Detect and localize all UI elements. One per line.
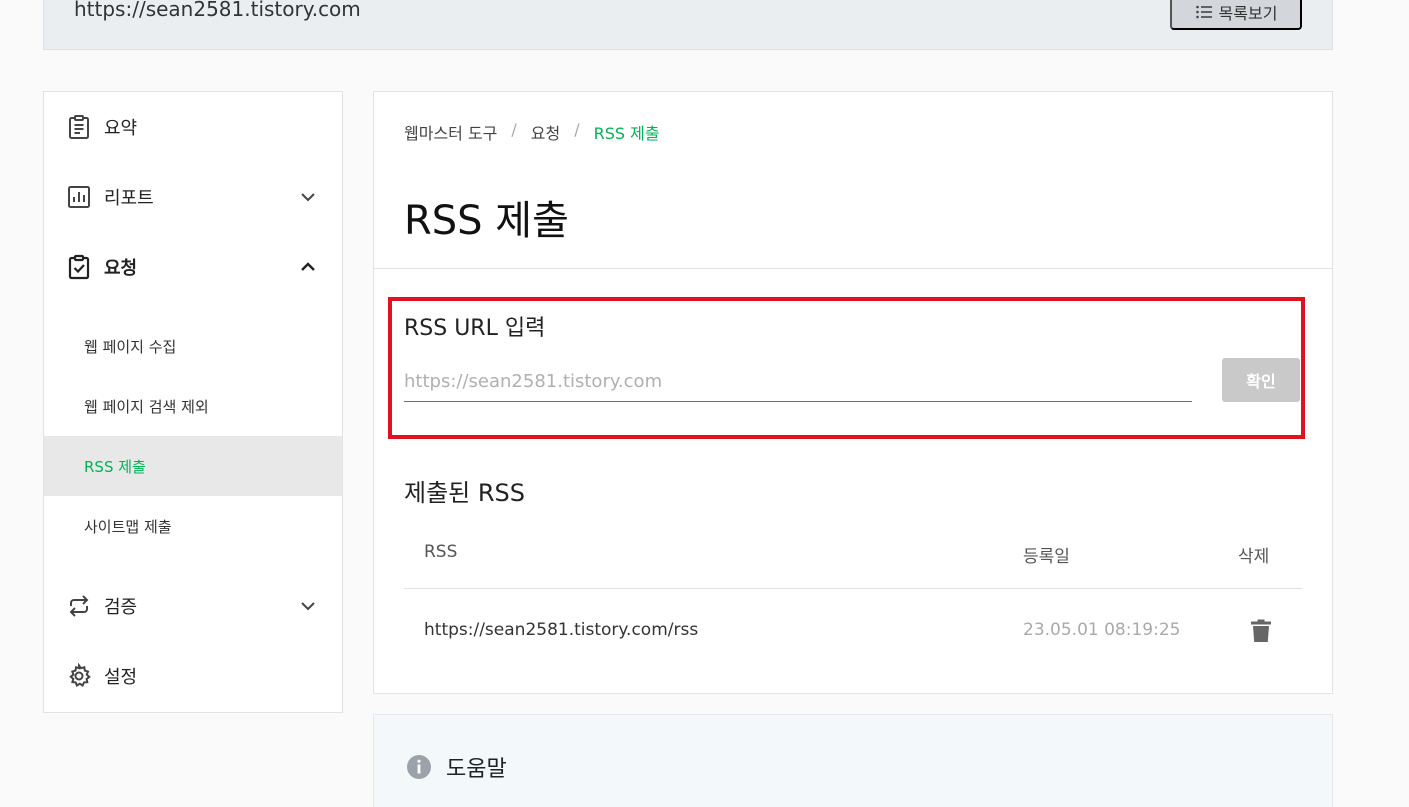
sidebar-item-label: 요청	[104, 258, 138, 279]
chevron-down-icon	[301, 602, 315, 611]
breadcrumb-separator: /	[574, 120, 580, 139]
breadcrumb-current: RSS 제출	[593, 124, 660, 143]
table-header-divider	[404, 588, 1302, 589]
clipboard-icon	[69, 115, 89, 139]
site-url: https://sean2581.tistory.com	[74, 0, 361, 21]
repeat-icon	[69, 595, 89, 617]
help-title: 도움말	[446, 757, 507, 782]
chevron-up-icon	[301, 262, 315, 271]
submitted-rss-title: 제출된 RSS	[404, 479, 526, 507]
chevron-down-icon	[301, 193, 315, 202]
sidebar-item-summary[interactable]: 요약	[44, 92, 342, 162]
sidebar-item-label: 리포트	[104, 188, 154, 209]
sidebar-item-verify[interactable]: 검증	[44, 571, 342, 641]
table-header-date: 등록일	[1023, 547, 1070, 567]
help-panel: 도움말	[373, 714, 1333, 807]
page-title: RSS 제출	[404, 198, 569, 244]
sidebar-subitem-page-crawl[interactable]: 웹 페이지 수집	[44, 316, 342, 376]
breadcrumb-item[interactable]: 요청	[531, 120, 560, 144]
sidebar-item-settings[interactable]: 설정	[44, 641, 342, 711]
sidebar-item-request[interactable]: 요청	[44, 232, 342, 302]
table-header-delete: 삭제	[1238, 547, 1270, 567]
sidebar-item-label: 검증	[104, 597, 138, 618]
sidebar-subitem-rss-submit[interactable]: RSS 제출	[44, 436, 342, 496]
breadcrumb: 웹마스터 도구 / 요청 / RSS 제출	[404, 120, 660, 144]
list-view-button[interactable]: 목록보기	[1170, 0, 1302, 30]
info-icon	[407, 755, 431, 779]
main-panel: 웹마스터 도구 / 요청 / RSS 제출 RSS 제출 RSS URL 입력 …	[373, 91, 1333, 694]
trash-icon[interactable]	[1250, 619, 1272, 643]
sidebar-subitem-page-exclude[interactable]: 웹 페이지 검색 제외	[44, 376, 342, 436]
list-icon	[1195, 5, 1212, 18]
gear-icon	[69, 663, 91, 687]
clipboard-check-icon	[68, 254, 90, 280]
list-view-label: 목록보기	[1218, 5, 1278, 23]
table-header-rss: RSS	[424, 542, 458, 562]
breadcrumb-item[interactable]: 웹마스터 도구	[404, 120, 497, 144]
sidebar-item-label: 요약	[104, 118, 138, 139]
rss-url-input[interactable]	[404, 362, 1192, 402]
top-bar: https://sean2581.tistory.com 목록보기	[43, 0, 1333, 50]
date-cell: 23.05.01 08:19:25	[1023, 620, 1181, 640]
sidebar-subitem-sitemap-submit[interactable]: 사이트맵 제출	[44, 496, 342, 556]
confirm-button[interactable]: 확인	[1222, 358, 1300, 402]
rss-url-label: RSS URL 입력	[404, 316, 546, 341]
sidebar-item-label: 설정	[104, 667, 138, 688]
sidebar: 요약 리포트 요청 웹 페이지 수집 웹 페이지 검색 제외 RSS 제출 사이…	[43, 91, 343, 713]
bar-chart-icon	[68, 186, 90, 208]
rss-url-cell: https://sean2581.tistory.com/rss	[424, 620, 699, 640]
breadcrumb-separator: /	[511, 120, 517, 139]
sidebar-item-report[interactable]: 리포트	[44, 162, 342, 232]
divider	[374, 268, 1332, 269]
